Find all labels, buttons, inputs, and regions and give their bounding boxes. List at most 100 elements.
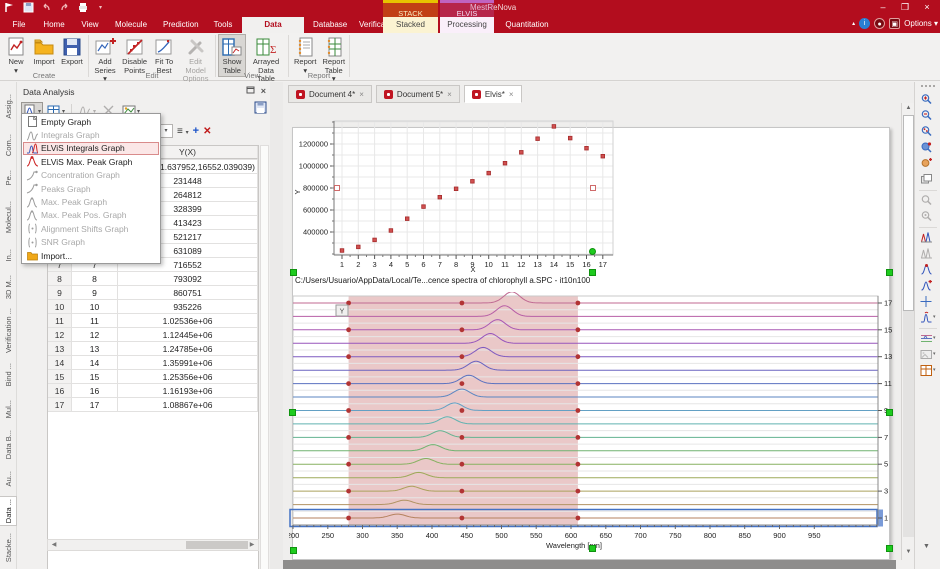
panel-horizontal-scrollbar[interactable]: ◀ ▶ — [47, 539, 259, 551]
options-button[interactable]: Options ▾ — [904, 19, 938, 28]
ribbon-tab-tools[interactable]: Tools — [206, 17, 240, 33]
ribbon-tab-molecule[interactable]: Molecule — [108, 17, 154, 33]
canvas-vscroll-thumb[interactable] — [903, 115, 914, 311]
y-cell[interactable]: 1.16193e+06 — [118, 384, 258, 397]
table-row[interactable]: 17171.08867e+06 — [48, 398, 258, 412]
table-vertical-scrollbar[interactable] — [260, 145, 269, 569]
row-header[interactable]: 16 — [48, 384, 72, 397]
menu-item-empty-graph[interactable]: Empty Graph — [23, 115, 159, 128]
y-cell[interactable]: 860751 — [118, 286, 258, 299]
dock-tab-data-b[interactable]: Data B... — [0, 428, 17, 462]
selection-handle[interactable] — [886, 545, 893, 552]
save-graph-icon[interactable] — [254, 101, 267, 114]
menu-item-elvis-integrals-graph[interactable]: ELViS Integrals Graph — [23, 142, 159, 155]
redo-icon[interactable] — [58, 1, 71, 14]
table-row[interactable]: 1010935226 — [48, 300, 258, 314]
row-header[interactable]: 14 — [48, 356, 72, 369]
table-row[interactable]: 88793092 — [48, 272, 258, 286]
scroll-up-icon[interactable]: ▲ — [903, 103, 914, 114]
scatter-chart[interactable]: 4000006000008000001000000120000012345678… — [290, 114, 620, 276]
row-header[interactable]: 13 — [48, 342, 72, 355]
selection-handle[interactable] — [290, 547, 297, 554]
zoom-in-icon[interactable] — [920, 92, 938, 106]
row-header[interactable]: 12 — [48, 328, 72, 341]
row-header[interactable]: 17 — [48, 398, 72, 411]
toolbar-grip[interactable] — [921, 85, 935, 88]
rotation-handle[interactable] — [589, 248, 596, 255]
x-cell[interactable]: 15 — [72, 370, 118, 383]
stack-icon[interactable]: ▾ — [920, 331, 938, 345]
document-tab-document-4[interactable]: Document 4*× — [288, 85, 372, 103]
selection-handle[interactable] — [589, 545, 596, 552]
y-cell[interactable]: 1.25356e+06 — [118, 370, 258, 383]
close-tab-icon[interactable]: × — [509, 90, 514, 99]
add-series-icon-small[interactable]: + — [193, 125, 199, 137]
ribbon-tab-file[interactable]: File — [4, 17, 34, 33]
canvas-vscroll-track[interactable] — [903, 311, 914, 537]
document-tab-elvis[interactable]: Elvis*× — [464, 85, 522, 103]
y-cell[interactable]: 1.35991e+06 — [118, 356, 258, 369]
menu-item-import[interactable]: Import... — [23, 249, 159, 262]
stacked-spectra-chart[interactable]: 1357911131517200250300350400450500550600… — [289, 292, 901, 554]
x-cell[interactable]: 16 — [72, 384, 118, 397]
print-icon[interactable] — [76, 1, 89, 14]
scroll-down-icon[interactable]: ▼ — [903, 547, 914, 558]
canvas-hscroll-thumb[interactable] — [283, 560, 896, 569]
settings-icon[interactable]: ● — [874, 18, 885, 29]
x-cell[interactable]: 9 — [72, 286, 118, 299]
zoom-reset-icon[interactable] — [920, 140, 938, 154]
delete-series-icon[interactable]: ✕ — [203, 126, 211, 137]
panel-splitter[interactable] — [270, 82, 283, 569]
scrollbar-thumb[interactable] — [186, 541, 248, 549]
selection-handle[interactable] — [289, 409, 296, 416]
selection-handle[interactable] — [886, 269, 893, 276]
x-cell[interactable]: 10 — [72, 300, 118, 313]
table-row[interactable]: 99860751 — [48, 286, 258, 300]
dock-tab-au[interactable]: Au... — [0, 468, 17, 490]
row-header[interactable]: 11 — [48, 314, 72, 327]
dock-tab-verification[interactable]: Verification ... — [0, 308, 17, 354]
app-logo-icon[interactable] — [4, 1, 17, 14]
pan-icon[interactable] — [920, 156, 938, 170]
y-cell[interactable]: 935226 — [118, 300, 258, 313]
dock-tab-molecul[interactable]: Molecul... — [0, 196, 17, 238]
document-canvas[interactable]: 4000006000008000001000000120000012345678… — [283, 103, 901, 560]
close-panel-icon[interactable]: × — [261, 86, 266, 96]
ribbon-tab-home[interactable]: Home — [36, 17, 72, 33]
table-icon[interactable]: ▾ — [920, 363, 938, 377]
ribbon-tab-prediction[interactable]: Prediction — [156, 17, 204, 33]
x-cell[interactable]: 17 — [72, 398, 118, 411]
table-row[interactable]: 14141.35991e+06 — [48, 356, 258, 370]
dock-tab-pe[interactable]: Pe... — [0, 166, 17, 190]
dock-tab-bind[interactable]: Bind ... — [0, 360, 17, 390]
close-tab-icon[interactable]: × — [447, 90, 452, 99]
table-row[interactable]: 15151.25356e+06 — [48, 370, 258, 384]
ribbon-tab-view[interactable]: View — [74, 17, 106, 33]
minimize-button[interactable]: – — [872, 0, 894, 15]
y-cell[interactable]: 793092 — [118, 272, 258, 285]
snapshot-icon[interactable] — [920, 172, 938, 186]
series-menu-icon[interactable]: ≡ ▾ — [177, 126, 189, 137]
toolbar-more-icon[interactable]: ▼ — [923, 543, 930, 550]
customize-toolbar-icon[interactable]: ▾ — [94, 1, 107, 14]
canvas-horizontal-scrollbar[interactable] — [283, 560, 914, 569]
maximize-button[interactable]: ❒ — [894, 0, 916, 15]
integrals-icon[interactable]: ▾ — [920, 310, 938, 324]
tab-quantitation[interactable]: Quantitation — [496, 17, 558, 33]
row-header[interactable]: 9 — [48, 286, 72, 299]
ribbon-tab-data-analysis[interactable]: Data Analysis — [242, 17, 304, 33]
zoom-out-icon[interactable] — [920, 108, 938, 122]
scroll-left-icon[interactable]: ◀ — [48, 540, 60, 550]
import-button[interactable]: Import — [30, 34, 58, 69]
peaks-icon[interactable] — [920, 230, 938, 244]
dock-tab-mul[interactable]: Mul... — [0, 396, 17, 422]
row-header[interactable]: 10 — [48, 300, 72, 313]
y-cell[interactable]: 1.02536e+06 — [118, 314, 258, 327]
selection-handle[interactable] — [886, 409, 893, 416]
table-row[interactable]: 16161.16193e+06 — [48, 384, 258, 398]
dock-tab-data[interactable]: Data ... — [0, 496, 17, 526]
y-cell[interactable]: 1.12445e+06 — [118, 328, 258, 341]
x-cell[interactable]: 12 — [72, 328, 118, 341]
menu-item-elvis-max-peak-graph[interactable]: ELViS Max. Peak Graph — [23, 155, 159, 168]
table-row[interactable]: 13131.24785e+06 — [48, 342, 258, 356]
